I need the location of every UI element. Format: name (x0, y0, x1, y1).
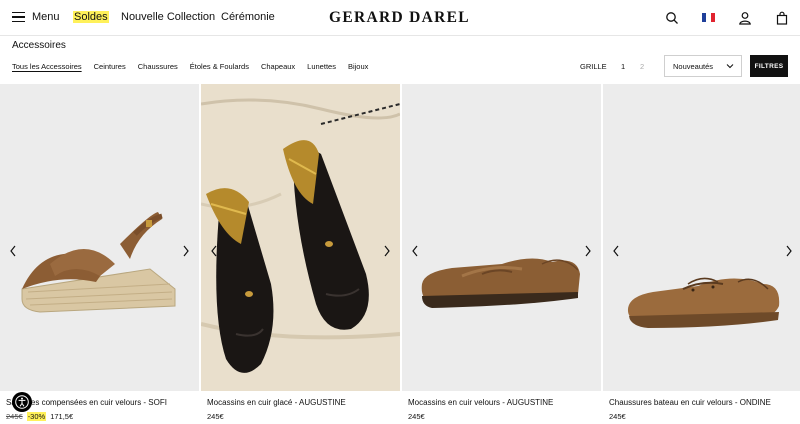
tab-tous-les-accessoires[interactable]: Tous les Accessoires (12, 62, 82, 71)
product-image[interactable] (0, 84, 199, 391)
product-name[interactable]: Chaussures bateau en cuir velours - ONDI… (609, 398, 771, 407)
carousel-next-icon[interactable] (583, 244, 593, 258)
carousel-next-icon[interactable] (382, 244, 392, 258)
carousel-next-icon[interactable] (784, 244, 794, 258)
product-prices: 245€ (408, 412, 425, 421)
sort-value: Nouveautés (673, 62, 714, 71)
flag-fr-icon[interactable] (702, 13, 715, 22)
tab-chapeaux[interactable]: Chapeaux (261, 62, 295, 71)
carousel-next-icon[interactable] (181, 244, 191, 258)
tab-lunettes[interactable]: Lunettes (307, 62, 336, 71)
tab-bijoux[interactable]: Bijoux (348, 62, 368, 71)
carousel-prev-icon[interactable] (209, 244, 219, 258)
product-card[interactable]: Mocassins en cuir glacé - AUGUSTINE 245€ (201, 84, 400, 424)
nav-link-nouvelle-collection[interactable]: Nouvelle Collection (121, 11, 215, 23)
grid-option-2[interactable]: 2 (640, 62, 644, 71)
sort-dropdown[interactable]: Nouveautés (664, 55, 742, 77)
grid-label: GRILLE (580, 62, 607, 71)
product-card[interactable]: Sandales compensées en cuir velours - SO… (0, 84, 199, 424)
hamburger-icon (12, 12, 25, 22)
tab-chaussures[interactable]: Chaussures (138, 62, 178, 71)
tab-etoles-foulards[interactable]: Étoles & Foulards (190, 62, 249, 71)
product-card[interactable]: Mocassins en cuir velours - AUGUSTINE 24… (402, 84, 601, 424)
product-price: 171,5€ (50, 412, 74, 421)
grid-option-1[interactable]: 1 (621, 62, 625, 71)
search-icon[interactable] (665, 11, 679, 25)
page-title: Accessoires (12, 40, 66, 51)
glazed-loafers-image (201, 84, 400, 391)
nav-link-ceremonie[interactable]: Cérémonie (221, 11, 275, 23)
bag-icon[interactable] (775, 11, 789, 25)
old-price: 245€ (6, 412, 23, 421)
brand-logo[interactable]: GERARD DAREL (329, 9, 472, 27)
menu-button[interactable]: Menu (12, 11, 60, 23)
carousel-prev-icon[interactable] (410, 244, 420, 258)
product-prices: 245€ -30% 171,5€ (6, 412, 73, 421)
chevron-down-icon (726, 64, 734, 69)
product-image[interactable] (201, 84, 400, 391)
wedge-sandal-image (21, 212, 176, 313)
product-prices: 245€ (609, 412, 626, 421)
product-prices: 245€ (207, 412, 224, 421)
nav-link-soldes[interactable]: Soldes (73, 11, 109, 23)
suede-loafer-image (421, 258, 580, 308)
product-card[interactable]: Chaussures bateau en cuir velours - ONDI… (603, 84, 800, 424)
product-name[interactable]: Mocassins en cuir velours - AUGUSTINE (408, 398, 553, 407)
category-tabs: Tous les Accessoires Ceintures Chaussure… (12, 62, 368, 71)
site-header: Menu Soldes Nouvelle Collection Cérémoni… (0, 0, 800, 36)
tab-ceintures[interactable]: Ceintures (94, 62, 126, 71)
product-price: 245€ (609, 412, 626, 421)
carousel-prev-icon[interactable] (611, 244, 621, 258)
product-image[interactable] (402, 84, 601, 391)
accessibility-button[interactable] (12, 392, 32, 412)
product-name[interactable]: Mocassins en cuir glacé - AUGUSTINE (207, 398, 346, 407)
product-image[interactable] (603, 84, 800, 391)
product-price: 245€ (408, 412, 425, 421)
account-icon[interactable] (738, 11, 752, 25)
discount-badge: -30% (26, 412, 47, 421)
product-price: 245€ (207, 412, 224, 421)
carousel-prev-icon[interactable] (8, 244, 18, 258)
boat-shoe-image (627, 277, 780, 328)
filters-button[interactable]: FILTRES (750, 55, 788, 77)
menu-label: Menu (32, 11, 60, 23)
accessibility-icon (15, 395, 29, 409)
